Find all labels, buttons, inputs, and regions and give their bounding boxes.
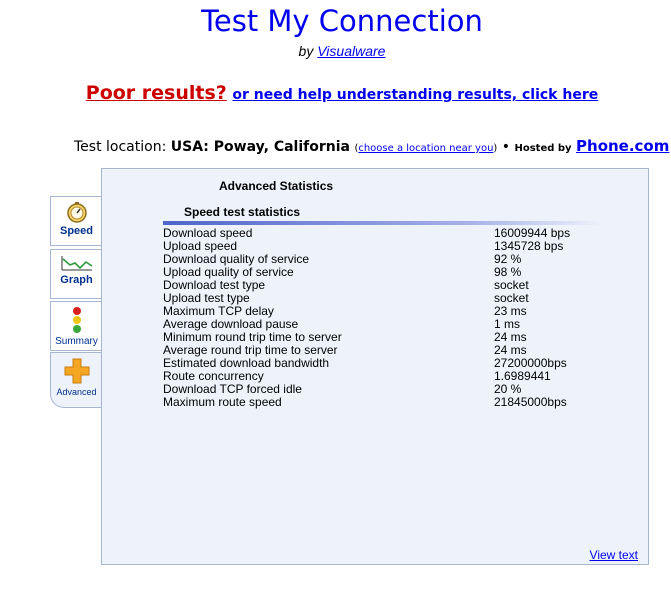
stopwatch-icon	[66, 202, 87, 223]
stats-list: Download speed 16009944 bps Upload speed 1…	[163, 227, 603, 409]
view-text-link[interactable]: View text	[590, 548, 638, 562]
poor-results-link[interactable]: Poor results?	[86, 82, 227, 104]
tab-speed-label: Speed	[59, 225, 93, 237]
stat-label: Maximum route speed	[163, 395, 282, 409]
advanced-statistics-panel: Advanced Statistics Speed test statistic…	[101, 168, 649, 565]
tab-summary[interactable]: Summary	[50, 301, 102, 351]
tab-speed[interactable]: Speed	[50, 196, 102, 246]
line-graph-icon	[61, 256, 92, 271]
hosted-by-label: Hosted by	[514, 143, 572, 154]
help-banner: Poor results? or need help understanding…	[0, 82, 671, 104]
test-location-line: Test location: USA: Poway, California (c…	[74, 137, 669, 155]
choose-location-link[interactable]: choose a location near you	[358, 143, 493, 154]
choose-close: )	[493, 143, 498, 154]
choose-location: (choose a location near you)	[354, 143, 497, 154]
tab-graph[interactable]: Graph	[50, 249, 102, 299]
plus-icon	[64, 358, 89, 384]
section-heading: Speed test statistics	[184, 205, 301, 219]
tab-advanced-label: Advanced	[56, 387, 97, 397]
section-divider	[163, 221, 603, 225]
tab-summary-label: Summary	[55, 336, 98, 347]
phone-com-link[interactable]: Phone.com	[576, 137, 669, 155]
tab-graph-label: Graph	[60, 274, 93, 286]
visualware-link[interactable]: Visualware	[317, 43, 385, 59]
stat-row: Maximum route speed 21845000bps	[163, 396, 603, 409]
byline-prefix: by	[298, 43, 314, 59]
traffic-light-icon	[72, 307, 81, 333]
help-results-link[interactable]: or need help understanding results, clic…	[232, 87, 598, 103]
byline: by Visualware	[0, 43, 671, 59]
panel-heading: Advanced Statistics	[219, 179, 334, 193]
stat-value: 21845000bps	[494, 395, 567, 409]
location-prefix: Test location:	[74, 139, 167, 155]
bullet-separator: •	[501, 139, 511, 155]
page-title: Test My Connection	[201, 4, 483, 38]
tab-advanced[interactable]: Advanced	[50, 352, 102, 408]
location-name: USA: Poway, California	[170, 139, 350, 155]
